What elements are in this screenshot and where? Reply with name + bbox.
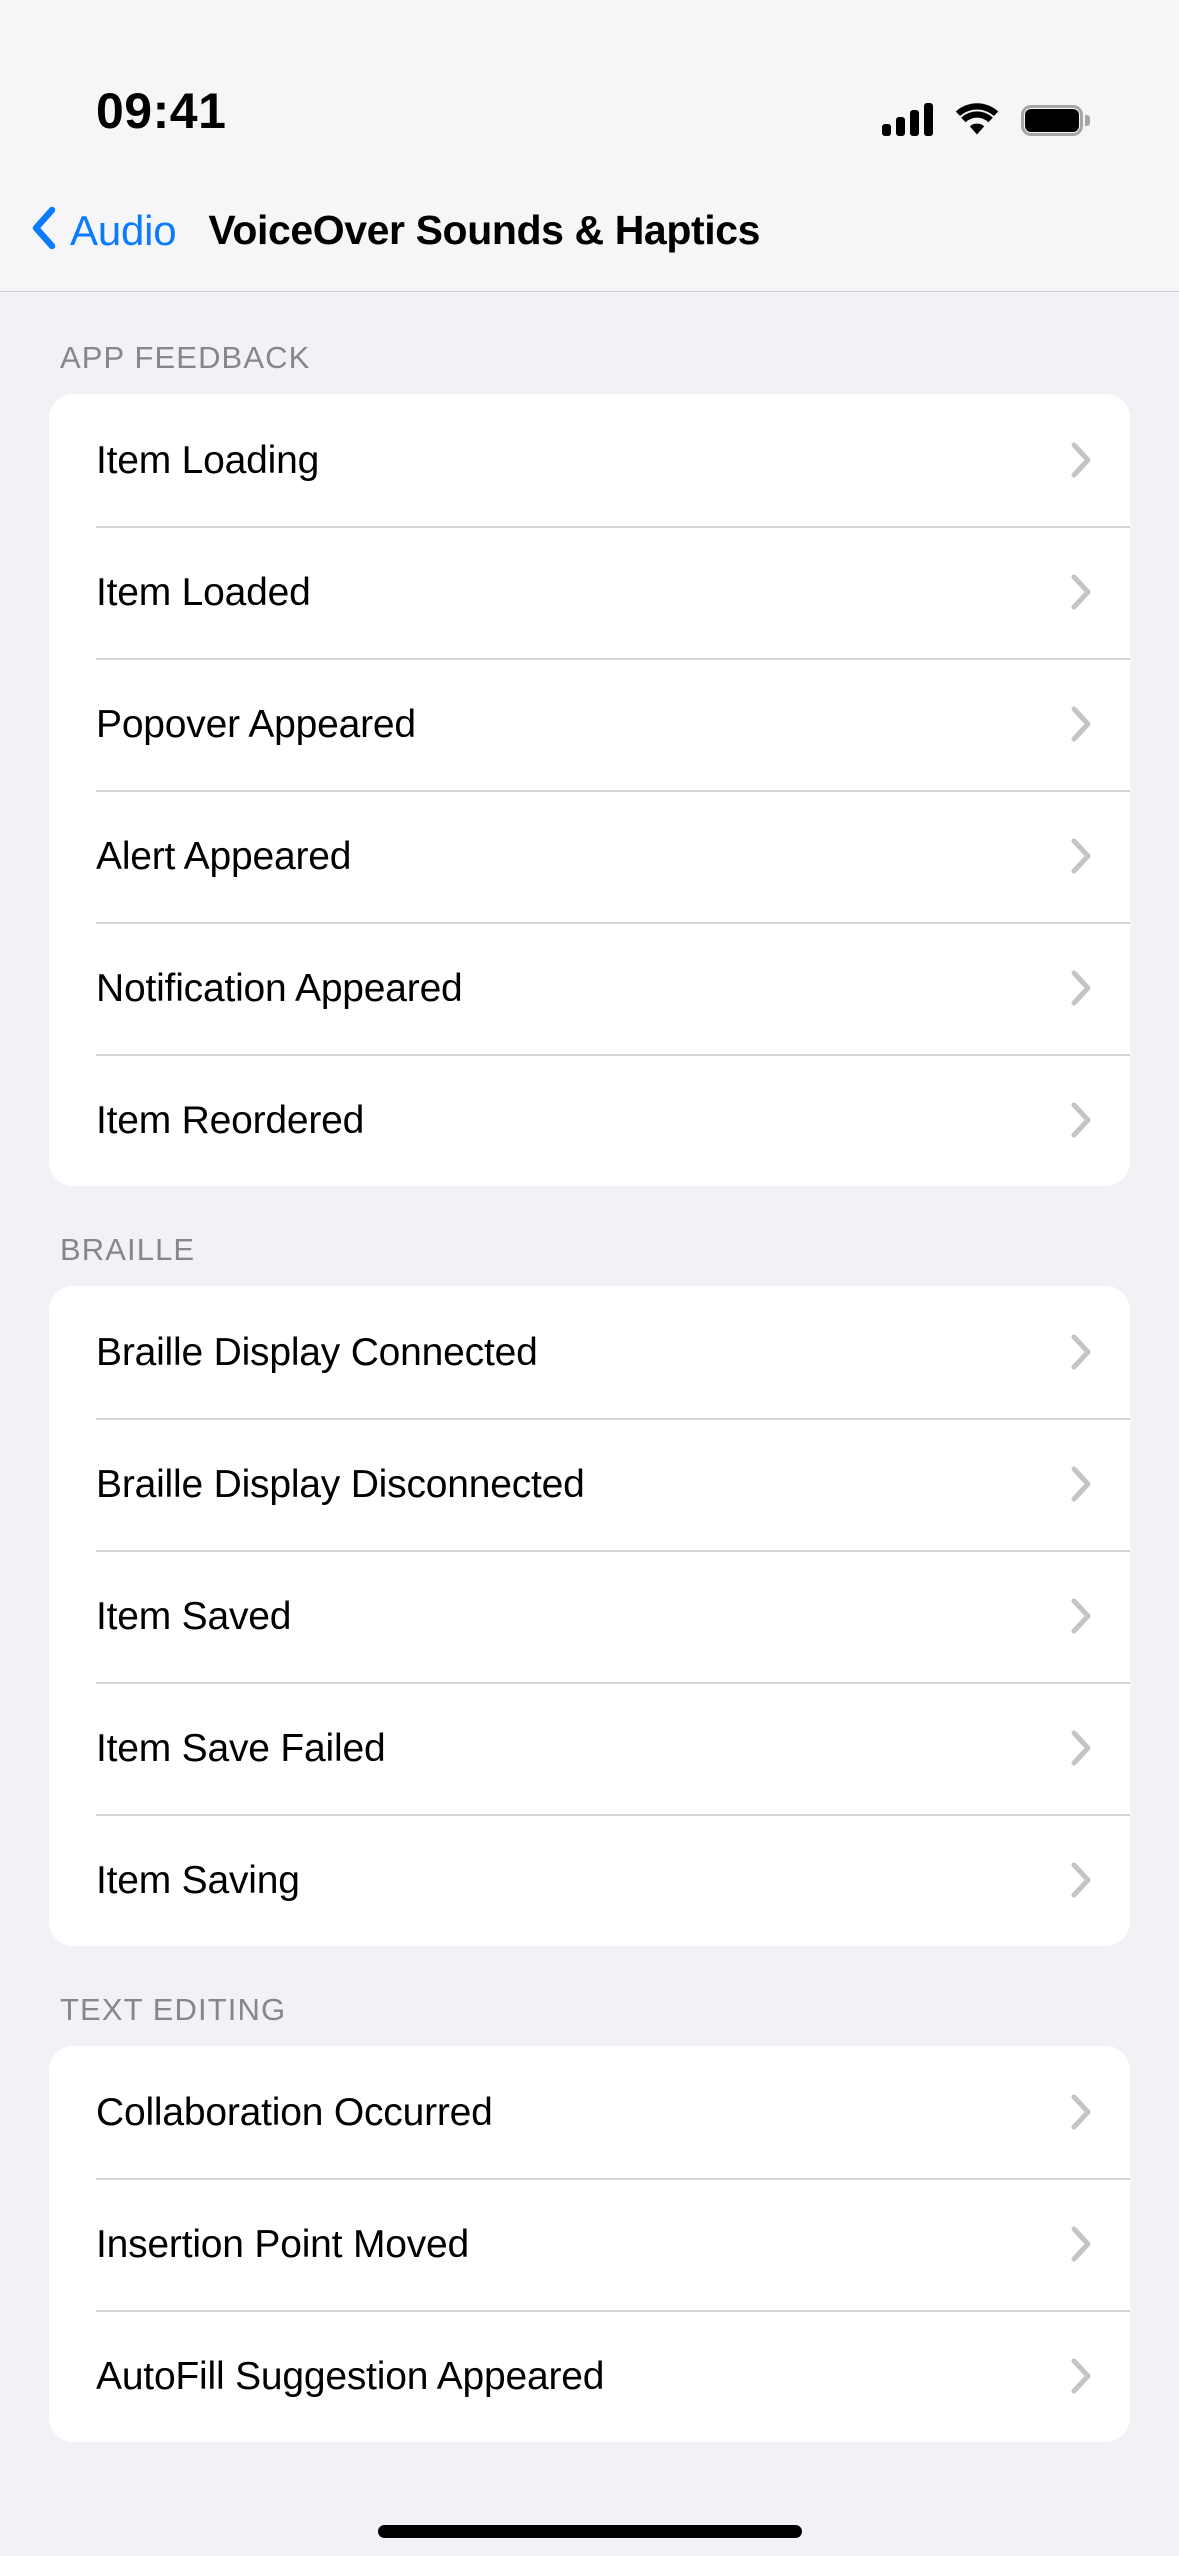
status-bar: 09:41: [0, 0, 1179, 170]
settings-group: Braille Display Connected Braille Display…: [49, 1286, 1130, 1946]
list-item-label: Item Saved: [96, 1594, 292, 1638]
back-button[interactable]: Audio: [30, 206, 177, 255]
list-item[interactable]: Braille Display Disconnected: [49, 1418, 1130, 1550]
list-item-label: Insertion Point Moved: [96, 2222, 470, 2266]
cellular-bars-icon: [882, 102, 933, 136]
home-indicator-bar[interactable]: [377, 2525, 802, 2538]
list-item[interactable]: Item Saved: [49, 1550, 1130, 1682]
list-item-label: Alert Appeared: [96, 834, 352, 878]
list-item-label: Braille Display Connected: [96, 1330, 538, 1374]
list-item[interactable]: Item Save Failed: [49, 1682, 1130, 1814]
battery-full-icon: [1021, 105, 1090, 136]
navigation-bar: Audio VoiceOver Sounds & Haptics: [0, 170, 1179, 292]
list-item[interactable]: Insertion Point Moved: [49, 2178, 1130, 2310]
list-item[interactable]: Item Reordered: [49, 1054, 1130, 1186]
chevron-left-icon: [30, 206, 56, 255]
settings-list[interactable]: APP FEEDBACK Item Loading Item Loaded Popov…: [0, 292, 1179, 2556]
page-title: VoiceOver Sounds & Haptics: [208, 207, 761, 253]
list-item[interactable]: Item Loading: [49, 394, 1130, 526]
list-item[interactable]: Item Saving: [49, 1814, 1130, 1946]
section-header: APP FEEDBACK: [60, 340, 311, 375]
section-header: TEXT EDITING: [60, 1992, 287, 2027]
wifi-icon: [955, 103, 999, 136]
iphone-screen: 09:41 Audio VoiceOver Sounds & Haptics A…: [0, 0, 1179, 2556]
settings-group: Collaboration Occurred Insertion Point Mo…: [49, 2046, 1130, 2442]
list-item[interactable]: Alert Appeared: [49, 790, 1130, 922]
list-item[interactable]: AutoFill Suggestion Appeared: [49, 2310, 1130, 2442]
list-item[interactable]: Collaboration Occurred: [49, 2046, 1130, 2178]
list-item-label: Popover Appeared: [96, 702, 416, 746]
status-bar-icons: [882, 102, 1090, 136]
list-item-label: Notification Appeared: [96, 966, 463, 1010]
list-item-label: Item Saving: [96, 1858, 300, 1902]
settings-group: Item Loading Item Loaded Popover Appeared A…: [49, 394, 1130, 1186]
back-button-label: Audio: [70, 206, 177, 254]
list-item-label: Item Save Failed: [96, 1726, 386, 1770]
list-item-label: Item Loaded: [96, 570, 311, 614]
status-bar-time: 09:41: [96, 83, 227, 139]
list-item-label: Braille Display Disconnected: [96, 1462, 585, 1506]
list-item-label: Item Loading: [96, 438, 320, 482]
list-item[interactable]: Popover Appeared: [49, 658, 1130, 790]
section-header: BRAILLE: [60, 1232, 196, 1267]
list-item-label: Collaboration Occurred: [96, 2090, 493, 2134]
list-item-label: AutoFill Suggestion Appeared: [96, 2354, 605, 2398]
list-item[interactable]: Item Loaded: [49, 526, 1130, 658]
list-item[interactable]: Notification Appeared: [49, 922, 1130, 1054]
list-item-label: Item Reordered: [96, 1098, 365, 1142]
list-item[interactable]: Braille Display Connected: [49, 1286, 1130, 1418]
